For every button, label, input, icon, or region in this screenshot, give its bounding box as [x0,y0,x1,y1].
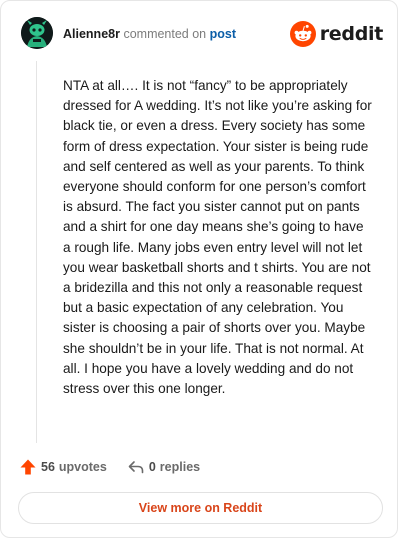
upvote-button[interactable]: 56 upvotes [19,458,107,476]
embedded-comment-card: Alienne8r commented on post reddit NTA a… [0,0,398,538]
reply-arrow-icon [128,461,144,474]
upvotes-count: 56 [41,460,55,474]
comment-body: NTA at all…. It is not “fancy” to be app… [63,78,372,397]
reddit-logo[interactable]: reddit [289,21,384,47]
upvote-arrow-icon [20,459,36,475]
thread-line [36,61,37,443]
replies-label: replies [159,460,201,474]
comment-meta: Alienne8r commented on post [63,27,236,41]
post-link[interactable]: post [210,27,236,41]
replies-button[interactable]: 0 replies [127,458,200,476]
upvotes-label: upvotes [58,460,107,474]
comment-actions: 56 upvotes 0 replies [19,457,200,477]
reddit-wordmark: reddit [319,23,384,45]
snoo-avatar-icon [21,17,53,49]
avatar[interactable] [21,17,53,49]
comment-author[interactable]: Alienne8r [63,27,120,41]
comment-action-text: commented on [123,27,207,41]
reddit-logo-icon [289,21,316,47]
view-more-button[interactable]: View more on Reddit [18,492,383,524]
replies-count: 0 [148,460,156,474]
comment-header: Alienne8r commented on post reddit [21,17,383,51]
